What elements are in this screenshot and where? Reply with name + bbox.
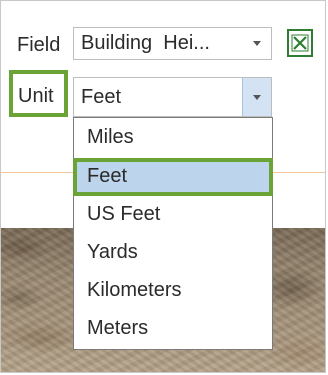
unit-option-yards[interactable]: Yards [74, 234, 272, 272]
chevron-down-icon[interactable] [243, 28, 271, 59]
unit-select[interactable]: Feet [73, 77, 272, 117]
unit-option-label: Feet [87, 165, 128, 187]
unit-label: Unit [18, 85, 54, 107]
unit-option-us-feet[interactable]: US Feet [74, 196, 272, 234]
field-select-value: Building Hei... [81, 32, 210, 54]
chevron-down-icon[interactable] [242, 78, 271, 116]
unit-dropdown-list: Miles Feet US Feet Yards Kilometers Mete… [73, 117, 273, 350]
unit-option-label: Kilometers [87, 279, 182, 301]
unit-option-meters[interactable]: Meters [74, 310, 272, 348]
excel-icon[interactable] [287, 29, 313, 57]
field-label: Field [17, 34, 61, 56]
unit-option-kilometers[interactable]: Kilometers [74, 272, 272, 310]
field-select[interactable]: Building Hei... [73, 27, 272, 60]
units-panel: Field Building Hei... Unit Feet Miles Fe… [0, 0, 328, 375]
unit-option-label: Yards [87, 241, 138, 263]
unit-option-label: US Feet [87, 203, 161, 225]
unit-option-label: Meters [87, 317, 149, 339]
unit-option-feet[interactable]: Feet [73, 158, 273, 196]
unit-option-label: Miles [87, 126, 134, 148]
unit-option-miles[interactable]: Miles [74, 119, 272, 157]
unit-select-value: Feet [81, 86, 122, 108]
